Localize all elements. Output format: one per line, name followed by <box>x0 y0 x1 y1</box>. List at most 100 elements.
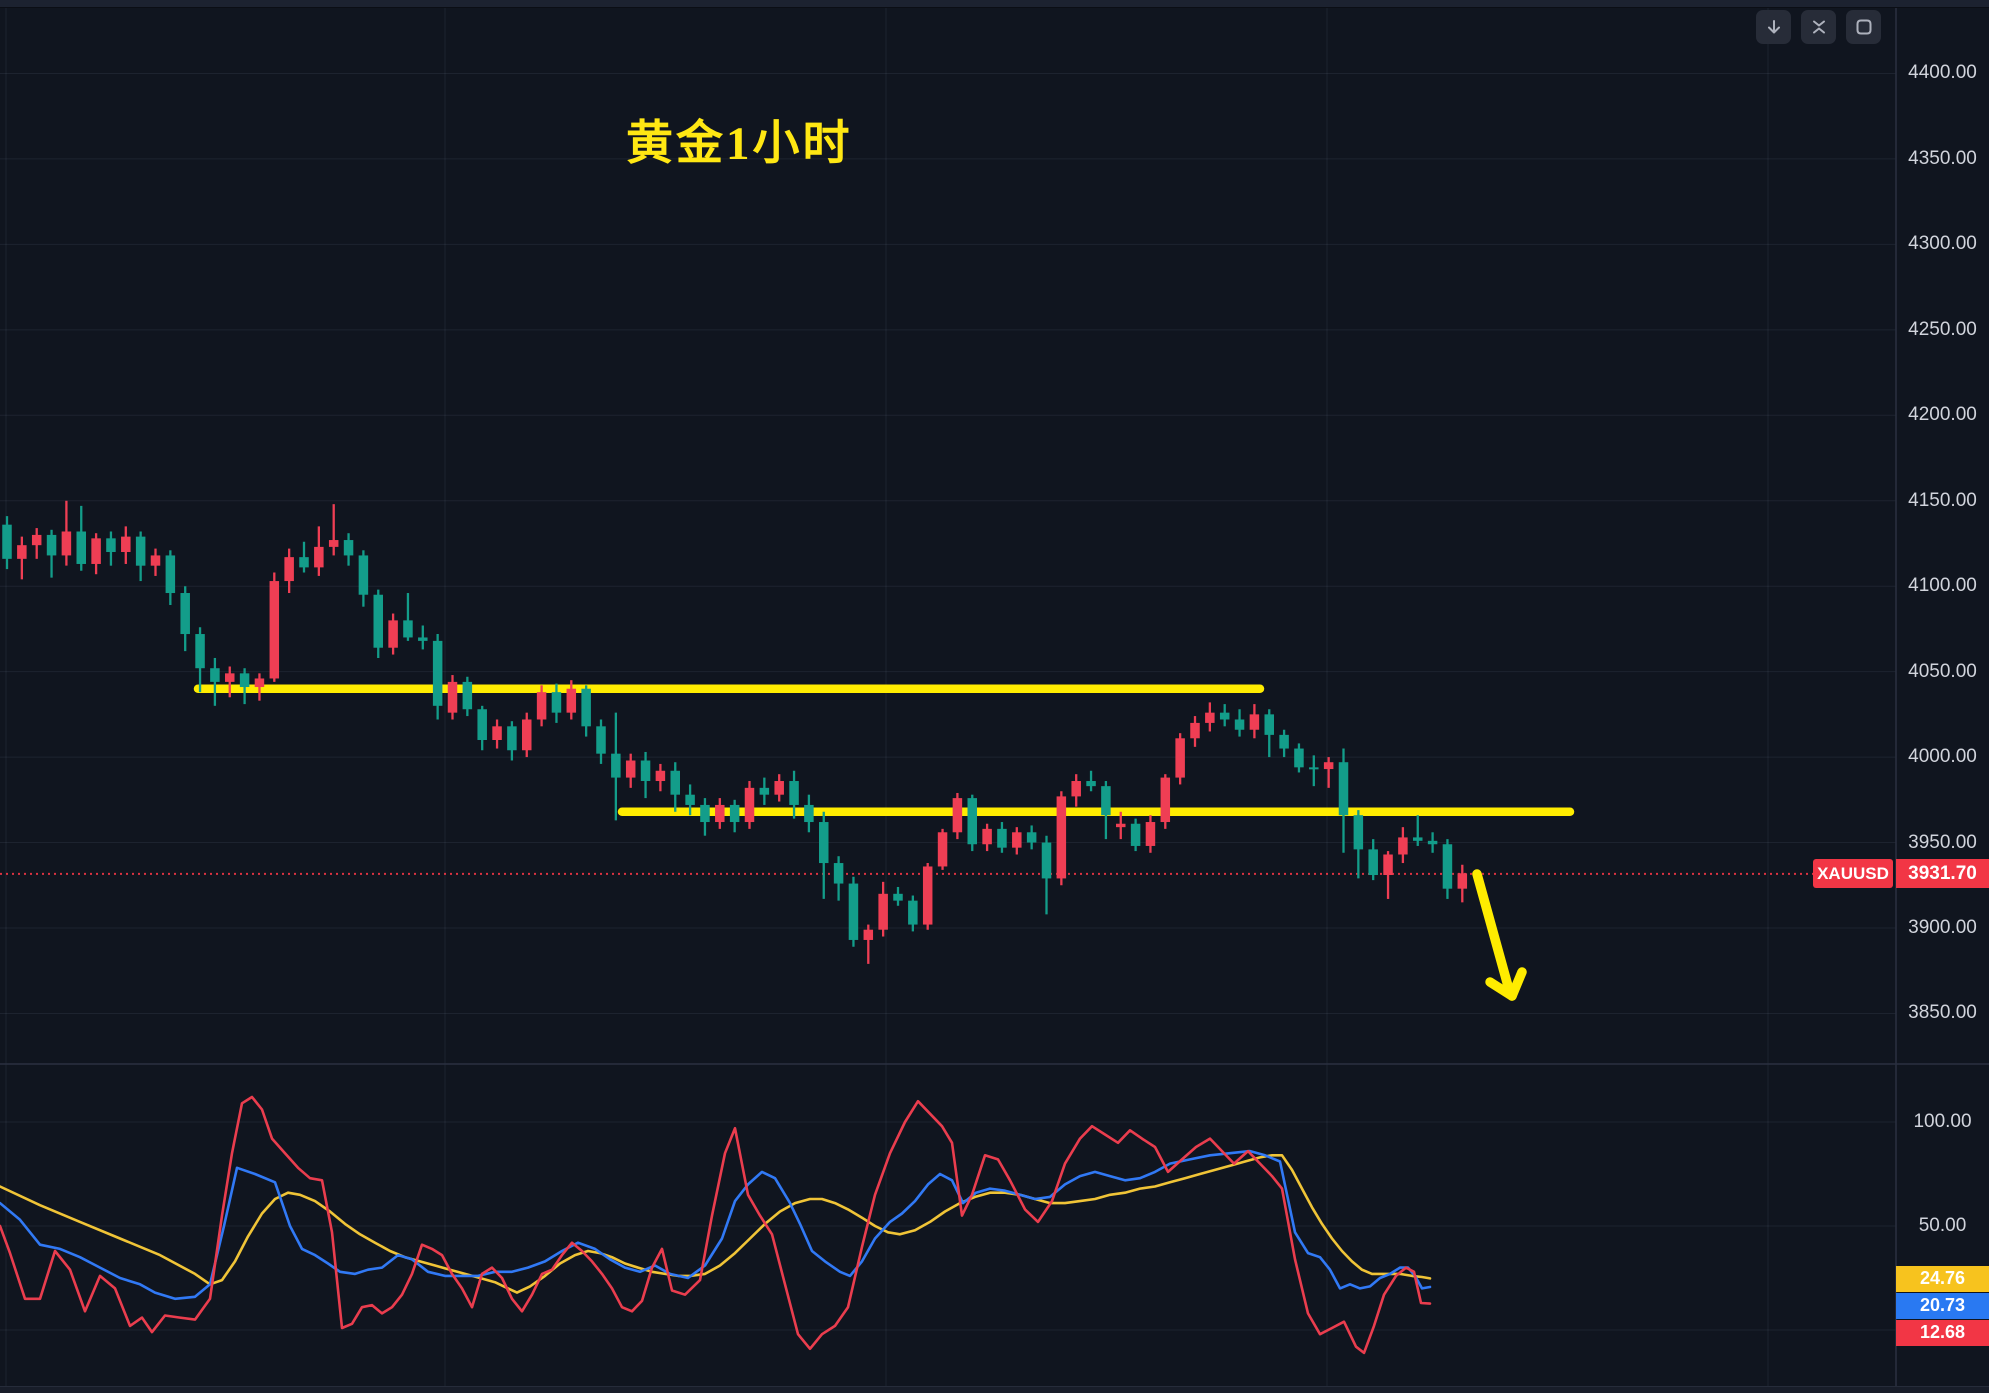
candle-body <box>1190 723 1200 738</box>
candle-body <box>567 689 577 713</box>
price-tick-label: 4250.00 <box>1896 319 1989 341</box>
candle-body <box>151 555 161 565</box>
candle-body <box>1413 837 1423 840</box>
candle-body <box>923 866 933 924</box>
maximize-pane-button[interactable] <box>1846 10 1881 44</box>
candle-body <box>240 673 250 687</box>
candle-body <box>1131 824 1141 846</box>
price-tick-label: 3900.00 <box>1896 917 1989 939</box>
candle-body <box>344 540 354 555</box>
move-pane-down-button[interactable] <box>1756 10 1791 44</box>
candle-body <box>789 781 799 805</box>
candle-body <box>968 798 978 844</box>
candle-body <box>1294 749 1304 768</box>
candle-body <box>91 538 101 564</box>
bottom-border <box>0 1386 1989 1393</box>
chart-canvas[interactable] <box>0 0 1989 1393</box>
kdj-value-label-J: 12.68 <box>1896 1320 1989 1346</box>
down-arrow-drawing[interactable] <box>1477 874 1508 986</box>
candle-body <box>270 581 280 678</box>
candle-body <box>745 788 755 822</box>
candle-body <box>62 532 72 556</box>
candle-body <box>433 641 443 706</box>
candle-body <box>121 537 131 552</box>
candle-body <box>329 540 339 547</box>
candle-body <box>166 555 176 593</box>
candle-body <box>180 593 190 634</box>
candle-body <box>492 726 502 740</box>
price-tick-label: 4350.00 <box>1896 148 1989 170</box>
price-tick-label: 3950.00 <box>1896 832 1989 854</box>
candle-body <box>463 682 473 709</box>
candle-body <box>893 894 903 901</box>
candle-body <box>1324 762 1334 769</box>
price-tick-label: 4300.00 <box>1896 233 1989 255</box>
kdj-value-label-D: 24.76 <box>1896 1266 1989 1292</box>
candle-body <box>299 557 309 567</box>
candle-body <box>225 673 235 682</box>
candle-body <box>1265 714 1275 735</box>
candle-body <box>715 805 725 822</box>
candle-body <box>1339 762 1349 815</box>
candle-body <box>1279 735 1289 749</box>
candle-body <box>537 692 547 719</box>
candle-body <box>1235 719 1245 729</box>
chart-title-annotation[interactable]: 黄金1小时 <box>626 104 853 173</box>
candle-body <box>477 709 487 740</box>
candle-body <box>626 761 636 778</box>
indicator-tick-label: 50.00 <box>1896 1215 1989 1237</box>
price-tick-label: 4050.00 <box>1896 661 1989 683</box>
maximize-icon <box>1854 17 1874 37</box>
candle-body <box>1116 824 1126 827</box>
indicator-tick-label: 100.00 <box>1896 1111 1989 1133</box>
price-tick-label: 3850.00 <box>1896 1002 1989 1024</box>
candle-body <box>403 620 413 637</box>
candle-body <box>1250 714 1260 729</box>
arrow-down-icon <box>1764 17 1784 37</box>
candle-body <box>2 525 12 559</box>
candle-body <box>581 689 591 727</box>
candle-body <box>1101 786 1111 815</box>
candle-body <box>1027 832 1037 842</box>
price-tick-label: 4000.00 <box>1896 746 1989 768</box>
pane-toolbar <box>1756 10 1881 44</box>
candle-body <box>671 771 681 795</box>
candle-body <box>1354 815 1364 849</box>
candle-body <box>997 829 1007 848</box>
candle-body <box>1146 822 1156 846</box>
candle-body <box>1057 796 1067 878</box>
candle-body <box>210 668 220 682</box>
candle-body <box>864 930 874 940</box>
candle-body <box>359 555 369 594</box>
candle-body <box>552 692 562 713</box>
candle-body <box>596 726 606 753</box>
symbol-price-flag: XAUUSD <box>1813 859 1893 888</box>
last-price-label: 3931.70 <box>1896 859 1989 888</box>
price-tick-label: 4150.00 <box>1896 490 1989 512</box>
candle-body <box>611 754 621 778</box>
candle-body <box>284 557 294 581</box>
candle-body <box>760 788 770 795</box>
price-tick-label: 4200.00 <box>1896 404 1989 426</box>
candle-body <box>908 901 918 925</box>
candle-body <box>878 894 888 930</box>
candle-body <box>1398 837 1408 854</box>
kdj-line-J <box>0 1097 1430 1353</box>
candle-body <box>1071 781 1081 796</box>
candle-body <box>507 726 517 750</box>
candle-body <box>730 805 740 822</box>
candle-body <box>255 678 265 687</box>
candle-body <box>448 682 458 713</box>
kdj-value-label-K: 20.73 <box>1896 1293 1989 1319</box>
candle-body <box>1428 841 1438 844</box>
candle-body <box>685 795 695 805</box>
candle-body <box>1458 873 1468 888</box>
candle-body <box>1383 855 1393 876</box>
candle-body <box>804 805 814 822</box>
price-tick-label: 4100.00 <box>1896 575 1989 597</box>
collapse-icon <box>1809 17 1829 37</box>
candle-body <box>388 620 398 647</box>
chart-window: 黄金1小时 XAUUSD 3931.70 4400.004350.004300.… <box>0 0 1989 1393</box>
candle-body <box>418 637 428 640</box>
collapse-pane-button[interactable] <box>1801 10 1836 44</box>
